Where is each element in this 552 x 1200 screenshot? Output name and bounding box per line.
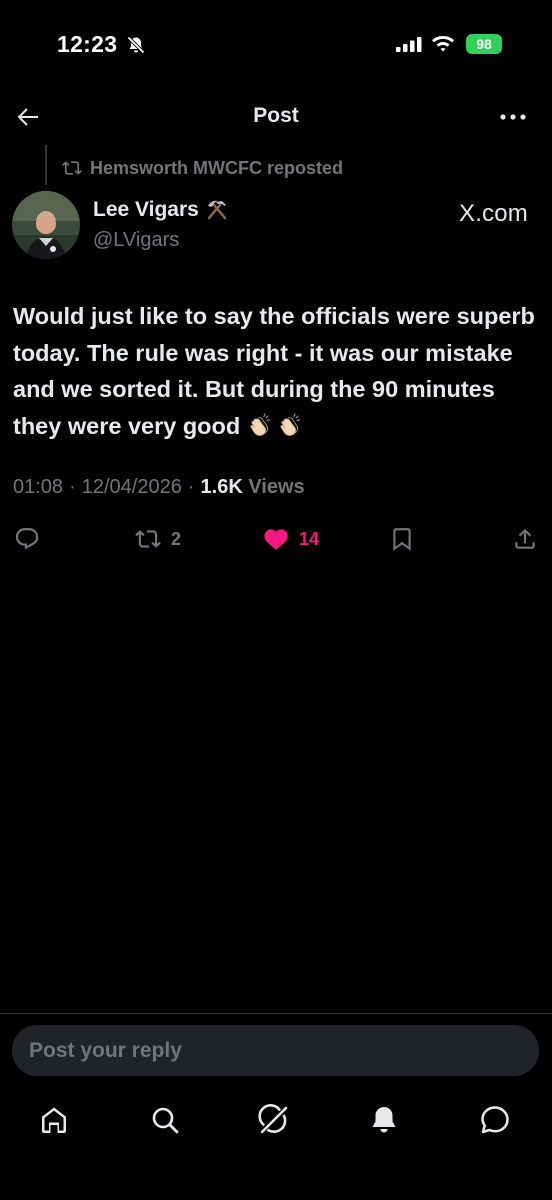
retweet-button[interactable]: 2 [135, 526, 181, 552]
author-handle[interactable]: @LVigars [93, 229, 179, 252]
views-label: Views [248, 476, 305, 498]
bookmark-icon [393, 528, 411, 551]
thread-line [45, 145, 47, 185]
repost-text: Hemsworth MWCFC reposted [90, 157, 344, 178]
page-title: Post [253, 104, 299, 127]
tweet-meta: 01:08 · 12/04/2026 · 1.6K Views [13, 476, 305, 499]
bell-slash-icon [127, 36, 145, 54]
source-label: X.com [458, 200, 528, 227]
views-group[interactable]: 1.6K Views [201, 476, 305, 499]
status-time: 12:23 [57, 31, 118, 57]
clapping-hands-icon [250, 412, 270, 436]
search-icon[interactable] [149, 1104, 181, 1136]
avatar[interactable] [12, 191, 80, 259]
like-button[interactable]: 14 [263, 526, 319, 552]
separator: · [187, 476, 195, 498]
grok-icon[interactable] [258, 1104, 290, 1136]
status-bar: 12:23 98 [0, 0, 552, 90]
reply-button[interactable] [14, 526, 50, 552]
bookmark-button[interactable] [389, 526, 415, 552]
share-icon [515, 528, 535, 549]
home-icon[interactable] [38, 1104, 70, 1136]
more-options-icon[interactable] [498, 103, 528, 131]
reply-placeholder: Post your reply [29, 1038, 182, 1062]
separator: · [69, 476, 76, 498]
home-indicator [191, 1184, 361, 1190]
like-count: 14 [299, 528, 320, 549]
messages-icon[interactable] [479, 1104, 511, 1136]
battery-indicator: 98 [466, 34, 502, 54]
heart-filled-icon [264, 529, 288, 550]
tweet-date: 12/04/2026 [81, 476, 182, 498]
author-name: Lee Vigars [93, 198, 199, 221]
retweet-icon [62, 161, 82, 175]
reply-input[interactable]: Post your reply [12, 1025, 539, 1076]
views-count: 1.6K [200, 476, 243, 498]
tweet-time: 01:08 [13, 476, 64, 498]
repost-indicator[interactable]: Hemsworth MWCFC reposted [62, 156, 343, 180]
tweet-body: Would just like to say the officials wer… [13, 298, 539, 444]
avatar-image [12, 191, 80, 259]
divider [0, 1013, 552, 1014]
emoji-group [247, 412, 303, 438]
retweet-icon [135, 530, 161, 548]
notifications-icon[interactable] [368, 1104, 400, 1136]
action-bar: 2 14 [0, 520, 552, 560]
retweet-count: 2 [171, 528, 182, 549]
page-header: Post [0, 95, 552, 139]
cellular-signal-icon [396, 37, 422, 52]
reply-icon [15, 528, 39, 550]
clapping-hands-icon [280, 412, 300, 436]
wifi-icon [432, 36, 454, 52]
author-name-row[interactable]: Lee Vigars [93, 198, 229, 222]
share-button[interactable] [512, 526, 538, 552]
hammer-and-pick-icon [207, 200, 227, 220]
bottom-tab-bar [0, 1092, 552, 1148]
